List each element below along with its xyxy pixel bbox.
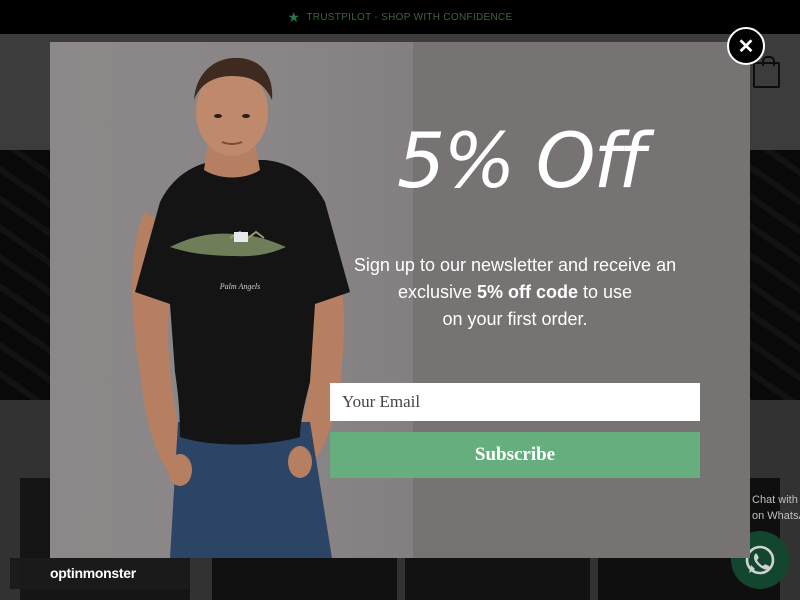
optinmonster-logo[interactable]: optinmonster	[50, 565, 136, 581]
shirt-print-text: Palm Angels	[219, 282, 261, 291]
email-input[interactable]	[330, 383, 700, 421]
newsletter-popup: Palm Angels 5% Off Sign up to our newsle…	[50, 42, 750, 558]
popup-description: Sign up to our newsletter and receive an…	[330, 252, 700, 333]
description-post: to use	[578, 282, 633, 302]
discount-code-text: 5% off code	[476, 282, 578, 302]
description-line-3: on your first order.	[442, 309, 588, 329]
description-line-2: exclusive 5% off code to use	[330, 279, 700, 306]
close-icon[interactable]: ✕	[727, 27, 765, 65]
subscribe-button[interactable]: Subscribe	[330, 432, 700, 478]
description-line-1: Sign up to our newsletter and receive an	[353, 255, 677, 275]
popup-headline: 5% Off	[396, 116, 645, 205]
description-pre: exclusive	[397, 282, 477, 302]
